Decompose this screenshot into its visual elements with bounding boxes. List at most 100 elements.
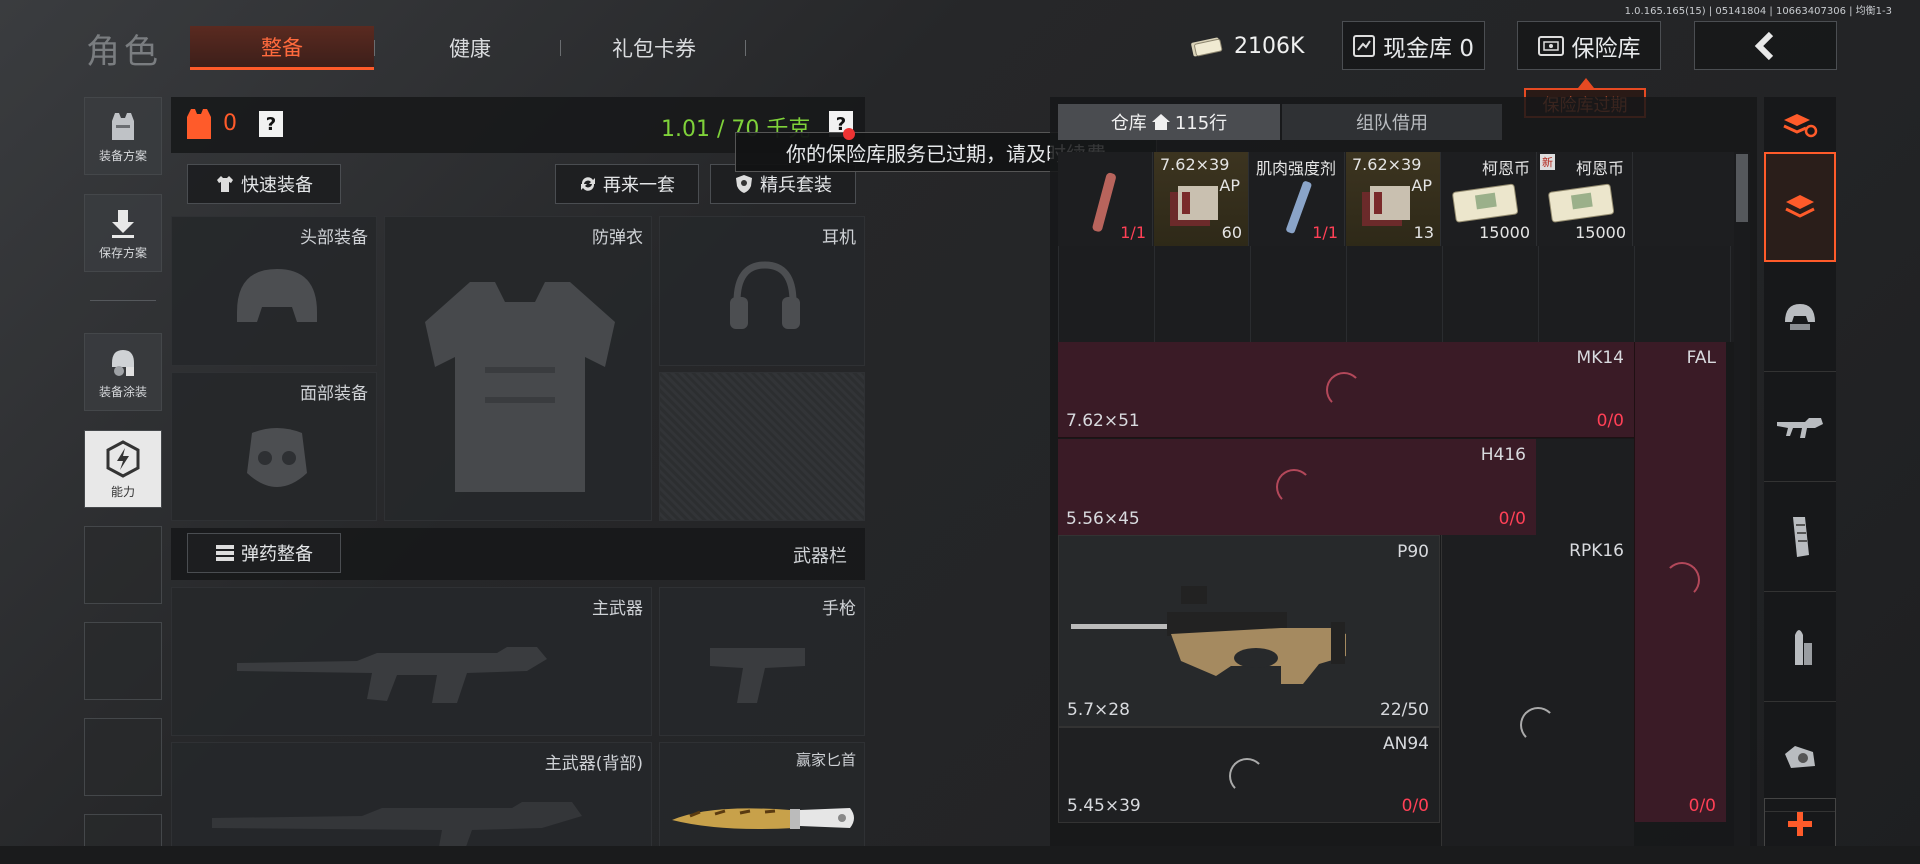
- item-stim[interactable]: 1/1: [1058, 152, 1153, 246]
- nav-empty-slot: [84, 622, 162, 700]
- head-slot[interactable]: 头部装备: [171, 216, 377, 366]
- primary-weapon-slot[interactable]: 主武器: [171, 587, 652, 736]
- armor-slot[interactable]: 防弹衣: [384, 216, 652, 521]
- category-magazine[interactable]: [1764, 482, 1836, 592]
- nav-save-plan-label: 保存方案: [98, 245, 147, 260]
- item-ammo-box[interactable]: 7.62×39 AP 13: [1346, 152, 1441, 246]
- loading-spinner: [1326, 372, 1362, 408]
- tab-divider: [560, 40, 561, 56]
- tab-gift-cards[interactable]: 礼包卡券: [566, 26, 742, 70]
- tab-team-borrow[interactable]: 组队借用: [1282, 104, 1502, 140]
- tab-warehouse[interactable]: 仓库 115行: [1058, 104, 1280, 140]
- weapon-count-current: 0: [1401, 796, 1413, 816]
- quick-equip-button[interactable]: 快速装备: [187, 164, 341, 204]
- version-info: 1.0.165.165(15) | 05141804 | 10663407306…: [1624, 6, 1892, 17]
- injector-icon: [1286, 181, 1312, 234]
- money-display: 2106K: [1190, 26, 1304, 66]
- loading-spinner: [1664, 562, 1700, 598]
- pistol-label: 手枪: [822, 599, 856, 619]
- nav-divider: [90, 300, 156, 301]
- notification-dot: [843, 128, 855, 140]
- tab-health[interactable]: 健康: [380, 26, 560, 70]
- elite-kit-label: 精兵套装: [760, 175, 832, 196]
- headset-slot-label: 耳机: [822, 228, 856, 248]
- category-rifle[interactable]: [1764, 372, 1836, 482]
- weapon-count-max: /0: [1509, 509, 1526, 529]
- face-slot[interactable]: 面部装备: [171, 372, 377, 521]
- item-count: 13: [1413, 223, 1434, 242]
- item-count: 15000: [1575, 223, 1626, 242]
- item-coin-new[interactable]: 新 柯恩币 15000: [1538, 152, 1633, 246]
- sort-button[interactable]: [1764, 97, 1836, 153]
- add-button[interactable]: [1764, 798, 1836, 850]
- weapon-cell-p90[interactable]: 5.7×28 P90 22/50: [1058, 535, 1440, 727]
- category-storage[interactable]: [1764, 152, 1836, 262]
- cash-vault-button[interactable]: 现金库 0: [1342, 21, 1485, 70]
- shield-icon: [736, 175, 752, 193]
- headset-slot[interactable]: 耳机: [659, 216, 865, 366]
- nav-equip-plan-label: 装备方案: [98, 148, 147, 163]
- vest-count: 0: [223, 111, 237, 136]
- money-icon: [1191, 37, 1223, 57]
- face-slot-label: 面部装备: [300, 384, 368, 404]
- knife-label: 赢家匕首: [795, 751, 856, 769]
- nav-ability[interactable]: 能力: [84, 430, 162, 508]
- cash-stack-icon: [1452, 183, 1519, 223]
- back-button[interactable]: [1694, 21, 1837, 70]
- weapon-cell-an94[interactable]: 5.45×39 AN94 0/0: [1058, 727, 1440, 823]
- scope-icon: [1785, 745, 1815, 768]
- weapon-count-current: 0: [1498, 509, 1510, 529]
- weapon-count: 0/0: [1689, 796, 1716, 816]
- pistol-slot[interactable]: 手枪: [659, 587, 865, 736]
- item-coin[interactable]: 柯恩币 15000: [1442, 152, 1537, 246]
- nav-equip-plan[interactable]: 装备方案: [84, 97, 162, 175]
- nav-save-plan[interactable]: 保存方案: [84, 194, 162, 272]
- item-sub: AP: [1219, 176, 1240, 195]
- tab-equip[interactable]: 整备: [190, 26, 374, 70]
- item-muscle-stim[interactable]: 肌肉强度剂 1/1: [1250, 152, 1345, 246]
- refresh-icon: [581, 177, 595, 191]
- ammo-box-icon: [1170, 186, 1218, 226]
- weapon-count-current: 0: [1596, 411, 1608, 431]
- caliber-label: 5.7×28: [1067, 700, 1130, 720]
- weapon-cell-h416[interactable]: 5.56×45 H416 0/0: [1058, 439, 1536, 535]
- insurance-vault-button[interactable]: 保险库: [1517, 21, 1661, 70]
- locked-slot: [659, 372, 865, 521]
- ammo-box-icon: [1362, 186, 1410, 226]
- nav-empty-slot: [84, 526, 162, 604]
- storage-icon: [1785, 195, 1815, 218]
- item-ammo-box[interactable]: 7.62×39 AP 60: [1154, 152, 1249, 246]
- weapon-cell-mk14[interactable]: 7.62×51 MK14 0/0: [1058, 342, 1634, 438]
- nav-equip-skin[interactable]: 装备涂装: [84, 333, 162, 411]
- helmet-icon: [237, 269, 317, 322]
- bullet-icon: [1795, 629, 1812, 665]
- primary-back-label: 主武器(背部): [544, 754, 643, 774]
- storage-scrollbar[interactable]: [1734, 152, 1750, 852]
- again-button[interactable]: 再来一套: [555, 164, 699, 204]
- weapon-name: FAL: [1686, 348, 1716, 368]
- item-count: 1/1: [1312, 223, 1338, 242]
- nav-ability-label: 能力: [110, 484, 135, 499]
- caliber-label: 5.45×39: [1067, 796, 1141, 816]
- armor-slot-label: 防弹衣: [592, 228, 643, 248]
- nav-empty-slot: [84, 718, 162, 796]
- tab-divider: [745, 40, 746, 56]
- weapon-name: H416: [1480, 445, 1526, 465]
- category-helmet[interactable]: [1764, 262, 1836, 372]
- knife-icon: [672, 808, 854, 829]
- category-attachments[interactable]: [1764, 702, 1836, 812]
- item-sub: AP: [1411, 176, 1432, 195]
- item-count: 1/1: [1120, 223, 1146, 242]
- face-mask-icon: [247, 428, 307, 487]
- helmet-paint-icon: [112, 349, 134, 376]
- weapon-name: P90: [1397, 542, 1429, 562]
- rifle-silhouette-icon: [237, 647, 547, 703]
- weapon-bar-label: 武器栏: [793, 546, 847, 567]
- help-icon[interactable]: ?: [259, 111, 283, 137]
- ammo-button[interactable]: 弹药整备: [187, 533, 341, 573]
- scrollbar-thumb[interactable]: [1736, 154, 1748, 222]
- weapon-cell-rpk16[interactable]: RPK16: [1441, 535, 1634, 864]
- category-ammo[interactable]: [1764, 592, 1836, 702]
- sort-icon: [1783, 113, 1818, 137]
- vest-counter-icon: [187, 109, 211, 139]
